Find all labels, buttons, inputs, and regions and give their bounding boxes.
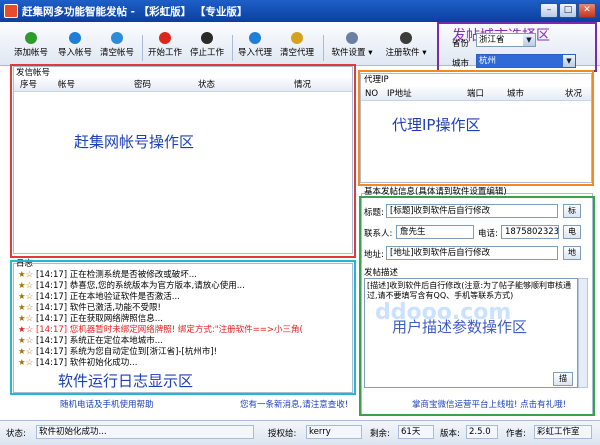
province-select[interactable]: 浙江省 ▼ (476, 33, 536, 47)
author-value: 彩虹工作室 (534, 425, 592, 439)
clear-icon (111, 32, 123, 44)
city-select[interactable]: 杭州 ▼ (476, 54, 576, 68)
log-annotation: 软件运行日志显示区 (58, 372, 194, 390)
minimize-button[interactable]: – (540, 3, 558, 18)
start-work-button[interactable]: 开始工作 (146, 32, 184, 64)
register-icon (400, 32, 412, 44)
version-label: 版本: (440, 429, 460, 439)
accounts-annotation: 赶集网帐号操作区 (74, 133, 195, 151)
new-message-link[interactable]: 您有一条新消息,请注意查收! (240, 398, 348, 410)
app-icon (4, 4, 18, 18)
title-bar: 赶集网多功能智能发帖 - 【彩虹版】 【专业版】 – □ ✕ (0, 0, 600, 22)
city-label: 城市 (452, 59, 470, 69)
province-label: 省份 (452, 39, 470, 49)
chevron-down-icon[interactable]: ▼ (563, 55, 575, 67)
close-button[interactable]: ✕ (578, 3, 596, 18)
register-software-button[interactable]: 注册软件 ▾ (384, 32, 428, 64)
toolbar-divider (232, 35, 233, 61)
maximize-button[interactable]: □ (559, 3, 577, 18)
chevron-down-icon[interactable]: ▼ (523, 34, 535, 46)
remaining-label: 剩余: (370, 429, 390, 439)
software-settings-button[interactable]: 软件设置 ▾ (330, 32, 374, 64)
accounts-annotation-frame (10, 64, 356, 258)
import-account-button[interactable]: 导入帐号 (56, 32, 94, 64)
version-value: 2.5.0 (466, 425, 498, 439)
proxy-import-icon (249, 32, 261, 44)
promo-link[interactable]: 掌商宝微信运营平台上线啦! 点击有礼哦! (412, 398, 566, 410)
stop-work-button[interactable]: 停止工作 (188, 32, 226, 64)
licensed-to-value: kerry (306, 425, 362, 439)
phone-help-link[interactable]: 随机电话及手机使用帮助 (60, 398, 154, 410)
play-icon (159, 32, 171, 44)
author-label: 作者: (506, 429, 526, 439)
window-title: 赶集网多功能智能发帖 - 【彩虹版】 【专业版】 (22, 6, 248, 18)
status-label: 状态: (6, 429, 26, 439)
toolbar-divider (323, 35, 324, 61)
clear-accounts-button[interactable]: 清空帐号 (98, 32, 136, 64)
proxy-annotation: 代理IP操作区 (392, 116, 481, 134)
watermark: ddooo.com (375, 300, 512, 325)
add-icon (25, 32, 37, 44)
import-icon (69, 32, 81, 44)
licensed-to-label: 授权给: (268, 429, 297, 439)
clear-proxy-button[interactable]: 清空代理 (278, 32, 316, 64)
import-proxy-button[interactable]: 导入代理 (236, 32, 274, 64)
proxy-clear-icon (291, 32, 303, 44)
remaining-value: 61天 (398, 425, 434, 439)
toolbar-divider (142, 35, 143, 61)
status-value: 软件初始化成功... (36, 425, 254, 439)
status-bar: 状态: 软件初始化成功... 授权给: kerry 剩余: 61天 版本: 2.… (0, 420, 600, 445)
stop-icon (201, 32, 213, 44)
settings-icon (346, 32, 358, 44)
add-account-button[interactable]: 添加帐号 (12, 32, 50, 64)
